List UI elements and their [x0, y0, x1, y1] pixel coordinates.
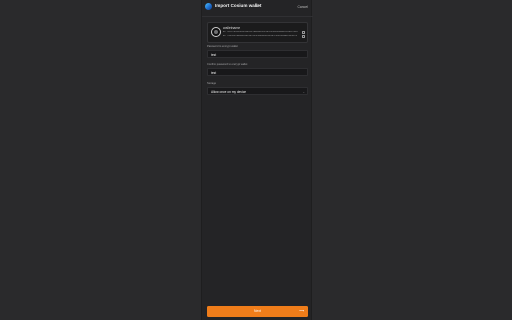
wallet-address-2: K2 7f3e9d1c5b8a6f4e2d0c9b7a5f3e1d8c6b4a2… — [223, 35, 303, 37]
wallet-name: walletname — [223, 26, 241, 30]
wallet-avatar-icon — [211, 27, 221, 37]
storage-select[interactable]: Allow once on my device ⌄ — [207, 87, 308, 95]
wallet-card: walletname K1 9a1cc2b1a8c4b3e5f0b2a9c1d4… — [207, 22, 308, 43]
password-label: Password to encrypt wallet — [207, 45, 238, 48]
storage-select-value: Allow once on my device — [211, 90, 247, 94]
address-1-prefix: K1 — [223, 31, 226, 33]
chevron-down-icon: ⌄ — [302, 89, 305, 94]
confirm-password-input[interactable]: test — [207, 68, 308, 76]
version-badge: v2 — [255, 4, 259, 8]
import-wallet-panel: Import Cosium wallet v2 Cancel walletnam… — [201, 0, 313, 320]
address-1-value: 9a1cc2b1a8c4b3e5f0b2a9c1d4e6f8a1b3c5d7e9… — [227, 31, 298, 33]
copy-address-2-icon[interactable] — [302, 35, 305, 38]
address-2-prefix: K2 — [223, 35, 226, 37]
confirm-password-label: Confirm password to encrypt wallet — [207, 63, 248, 66]
cancel-button[interactable]: Cancel — [297, 5, 308, 9]
address-2-value: 7f3e9d1c5b8a6f4e2d0c9b7a5f3e1d8c6b4a2f0e… — [227, 35, 298, 37]
cosium-logo-icon — [205, 3, 212, 10]
arrow-right-icon: ⟶ — [299, 309, 304, 313]
copy-address-1-icon[interactable] — [302, 31, 305, 34]
next-button[interactable]: Next ⟶ — [207, 306, 308, 317]
panel-header: Import Cosium wallet v2 Cancel — [202, 0, 313, 17]
next-button-label: Next — [254, 309, 261, 313]
password-input[interactable]: test — [207, 50, 308, 58]
storage-label: Storage — [207, 82, 217, 85]
wallet-address-1: K1 9a1cc2b1a8c4b3e5f0b2a9c1d4e6f8a1b3c5d… — [223, 31, 303, 33]
